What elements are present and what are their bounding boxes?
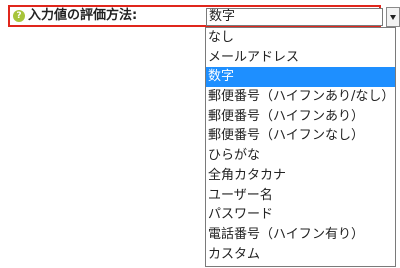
help-icon[interactable]: ? [13, 10, 25, 22]
option-katakana[interactable]: 全角カタカナ [206, 166, 395, 186]
option-none[interactable]: なし [206, 28, 395, 48]
chevron-down-icon [390, 15, 396, 20]
field-label: 入力値の評価方法: [28, 8, 138, 23]
option-username[interactable]: ユーザー名 [206, 186, 395, 206]
option-phone-hyphen[interactable]: 電話番号（ハイフン有り） [206, 225, 395, 245]
option-custom[interactable]: カスタム [206, 245, 395, 265]
option-hiragana[interactable]: ひらがな [206, 146, 395, 166]
option-postal-code-hyphen[interactable]: 郵便番号（ハイフンあり） [206, 107, 395, 127]
option-number[interactable]: 数字 [206, 67, 395, 88]
validation-method-select[interactable]: 数字 [206, 8, 383, 26]
select-dropdown-button[interactable] [386, 7, 400, 27]
dropdown-options-list: なし メールアドレス 数字 郵便番号（ハイフンあり/なし） 郵便番号（ハイフンあ… [205, 27, 396, 267]
option-postal-code-any[interactable]: 郵便番号（ハイフンあり/なし） [206, 87, 395, 107]
option-email[interactable]: メールアドレス [206, 48, 395, 68]
option-postal-code-no-hyphen[interactable]: 郵便番号（ハイフンなし） [206, 126, 395, 146]
form-page: ? 入力値の評価方法: 数字 なし メールアドレス 数字 郵便番号（ハイフンあり… [0, 0, 400, 268]
option-password[interactable]: パスワード [206, 205, 395, 225]
select-current-value: 数字 [209, 9, 236, 24]
